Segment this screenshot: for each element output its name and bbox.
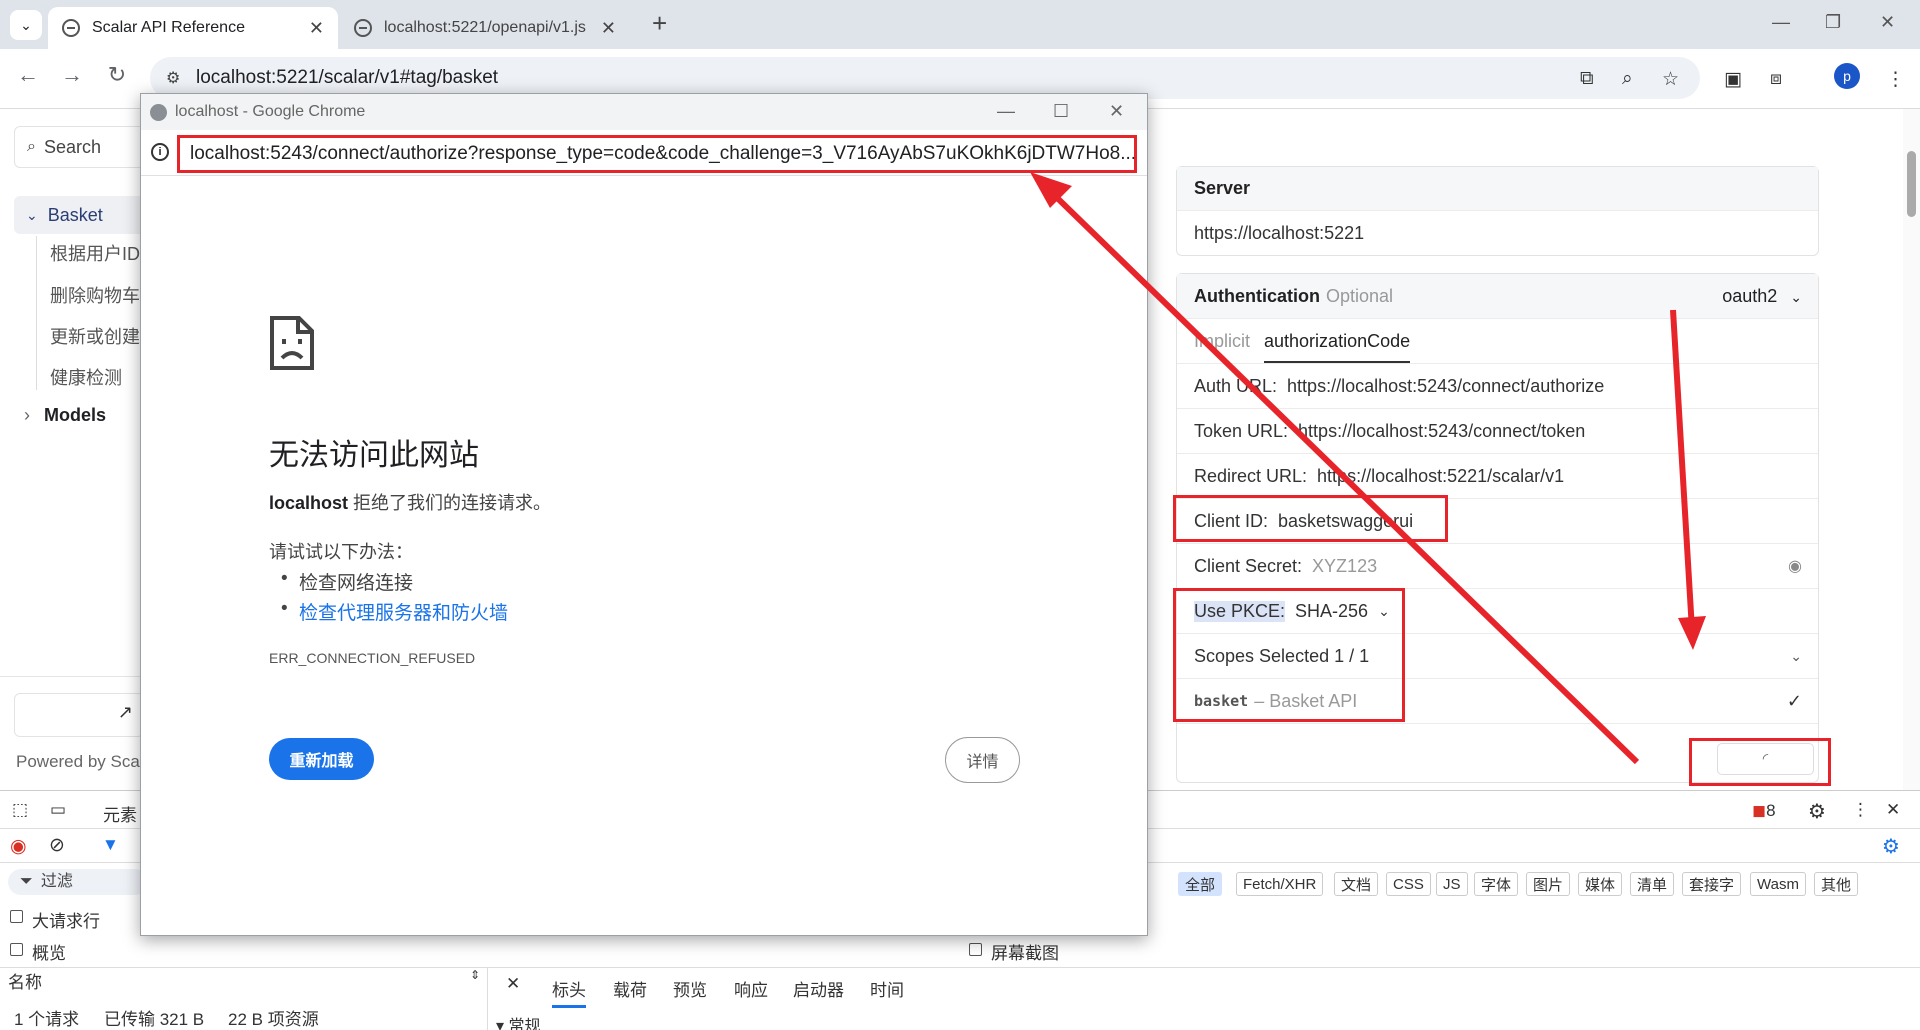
arrow-line-to-url <box>1045 186 1640 765</box>
arrow-line-down <box>1670 309 1695 631</box>
arrowhead-down <box>1678 616 1706 650</box>
annotation-arrows <box>1030 172 1706 765</box>
